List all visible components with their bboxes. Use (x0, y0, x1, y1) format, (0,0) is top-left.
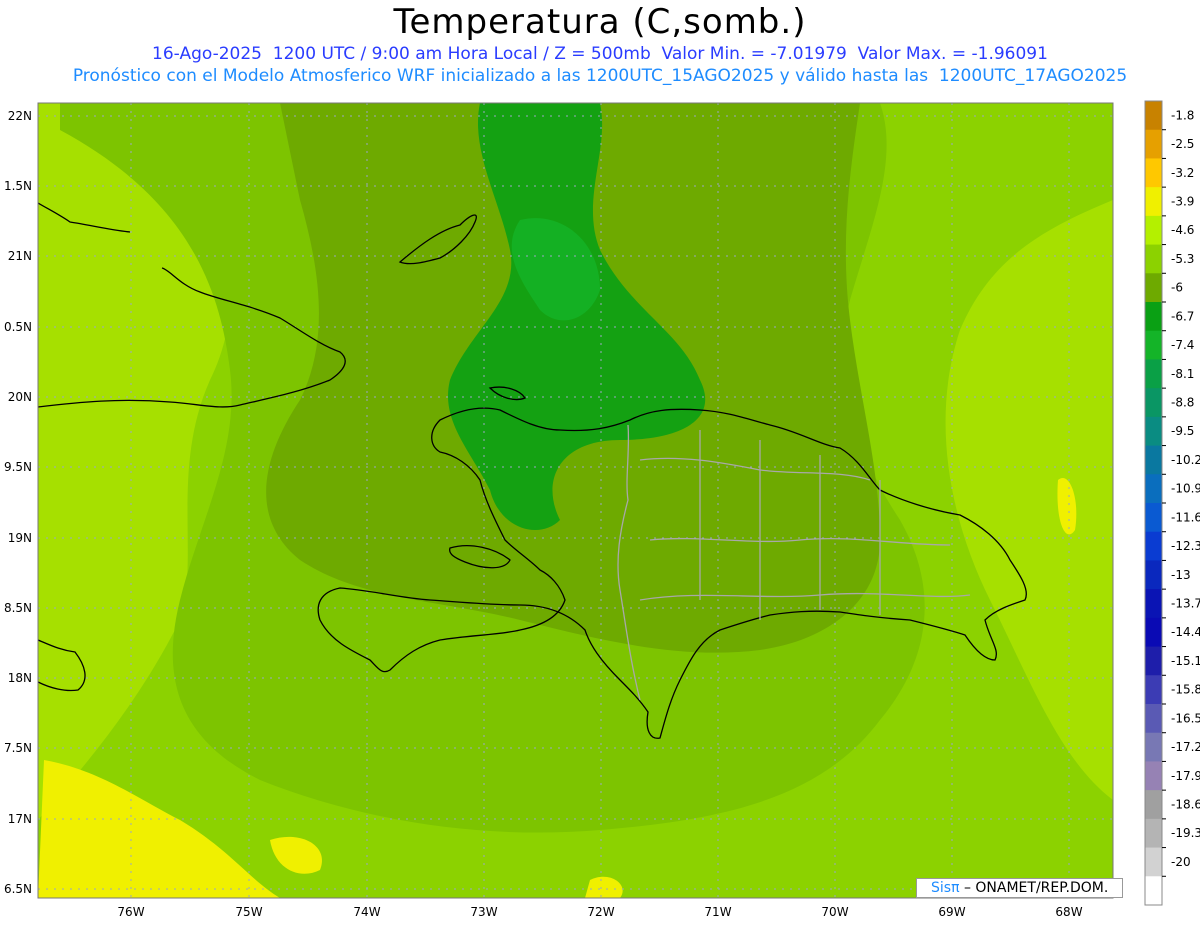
colorbar-label: -13.7 (1171, 597, 1200, 611)
colorbar-swatch (1145, 531, 1162, 561)
colorbar-label: -10.2 (1171, 453, 1200, 467)
lat-label: 18N (8, 671, 32, 685)
colorbar-swatch (1145, 359, 1162, 389)
org-label: – ONAMET/REP.DOM. (959, 880, 1109, 896)
lat-label: 6.5N (4, 882, 32, 896)
lon-axis: 76W 75W 74W 73W 72W 71W 70W 69W 68W (117, 905, 1082, 919)
lat-label: 20N (8, 390, 32, 404)
colorbar-label: -14.4 (1171, 625, 1200, 639)
lat-label: 21N (8, 249, 32, 263)
lon-label: 75W (235, 905, 262, 919)
colorbar-swatch (1145, 215, 1162, 246)
colorbar-swatch (1145, 790, 1162, 820)
lat-label: 8.5N (4, 601, 32, 615)
lon-label: 71W (704, 905, 731, 919)
colorbar-swatch (1145, 732, 1162, 762)
lon-label: 70W (821, 905, 848, 919)
colorbar-label: -6.7 (1171, 309, 1194, 323)
lat-label: 1.5N (4, 179, 32, 193)
colorbar-swatch (1145, 704, 1162, 734)
model-init-subtitle: Pronóstico con el Modelo Atmosferico WRF… (72, 66, 1128, 86)
colorbar-label: -3.2 (1171, 166, 1194, 180)
lat-label: 19N (8, 531, 32, 545)
lon-label: 73W (470, 905, 497, 919)
colorbar-label: -11.6 (1171, 510, 1200, 524)
lat-label: 22N (8, 109, 32, 123)
lat-label: 17N (8, 812, 32, 826)
colorbar-label: -18.6 (1171, 798, 1200, 812)
colorbar-swatch (1145, 129, 1162, 159)
colorbar-label: -10.9 (1171, 482, 1200, 496)
colorbar-swatch (1145, 187, 1162, 217)
colorbar-label: -5.3 (1171, 252, 1194, 266)
colorbar-label: -2.5 (1171, 137, 1194, 151)
colorbar-swatch (1145, 617, 1162, 648)
colorbar-label: -3.9 (1171, 195, 1194, 209)
colorbar-label: -9.5 (1171, 424, 1194, 438)
colorbar-swatch (1145, 416, 1162, 447)
colorbar-label: -17.9 (1171, 769, 1200, 783)
lat-label: 7.5N (4, 741, 32, 755)
credit-box: Sisπ – ONAMET/REP.DOM. (916, 878, 1123, 898)
colorbar-label: -15.8 (1171, 683, 1200, 697)
colorbar-swatch (1145, 646, 1162, 676)
colorbar-label: -17.2 (1171, 740, 1200, 754)
colorbar-swatch (1145, 847, 1162, 877)
colorbar-swatch (1145, 503, 1162, 533)
lat-label: 0.5N (4, 320, 32, 334)
colorbar-label: -20 (1171, 855, 1191, 869)
lon-label: 72W (587, 905, 614, 919)
colorbar-swatch (1145, 474, 1162, 504)
forecast-map: 22N 1.5N 21N 0.5N 20N 9.5N 19N 8.5N 18N … (4, 100, 1200, 919)
colorbar-swatch (1145, 158, 1162, 188)
colorbar-swatch (1145, 589, 1162, 619)
map-title: Temperatura (C,somb.) (393, 2, 807, 42)
colorbar-label: -12.3 (1171, 539, 1200, 553)
lon-label: 74W (353, 905, 380, 919)
colorbar-label: -16.5 (1171, 711, 1200, 725)
lon-label: 76W (117, 905, 144, 919)
colorbar-swatch (1145, 330, 1162, 360)
colorbar-swatch (1145, 818, 1162, 849)
colorbar-swatch (1145, 101, 1162, 131)
colorbar-swatch (1145, 273, 1162, 303)
colorbar-label: -15.1 (1171, 654, 1200, 668)
colorbar-label: -19.3 (1171, 826, 1200, 840)
colorbar-label: -13 (1171, 568, 1191, 582)
colorbar-swatch (1145, 388, 1162, 418)
lat-axis: 22N 1.5N 21N 0.5N 20N 9.5N 19N 8.5N 18N … (4, 109, 32, 896)
colorbar: -1.8 -2.5 -3.2 -3.9 -4.6 -5.3 -6 -6.7 -7.4 -8.1 -8… (1144, 100, 1200, 906)
colorbar-swatch (1145, 675, 1162, 705)
colorbar-swatch (1145, 244, 1162, 274)
colorbar-label: -6 (1171, 281, 1183, 295)
colorbar-label: -8.1 (1171, 367, 1194, 381)
valid-time-subtitle: 16-Ago-2025 1200 UTC / 9:00 am Hora Loca… (152, 44, 1048, 64)
colorbar-swatch (1145, 560, 1162, 590)
colorbar-label: -4.6 (1171, 223, 1194, 237)
lat-label: 9.5N (4, 460, 32, 474)
brand-label: Sisπ (931, 880, 960, 896)
colorbar-swatch (1145, 761, 1162, 791)
colorbar-swatch (1145, 876, 1162, 906)
lon-label: 68W (1055, 905, 1082, 919)
colorbar-label: -7.4 (1171, 338, 1194, 352)
colorbar-label: -8.8 (1171, 396, 1194, 410)
lon-label: 69W (938, 905, 965, 919)
colorbar-swatch (1145, 445, 1162, 475)
colorbar-label: -1.8 (1171, 108, 1194, 122)
temperature-field (38, 103, 1113, 898)
colorbar-swatch (1145, 302, 1162, 332)
